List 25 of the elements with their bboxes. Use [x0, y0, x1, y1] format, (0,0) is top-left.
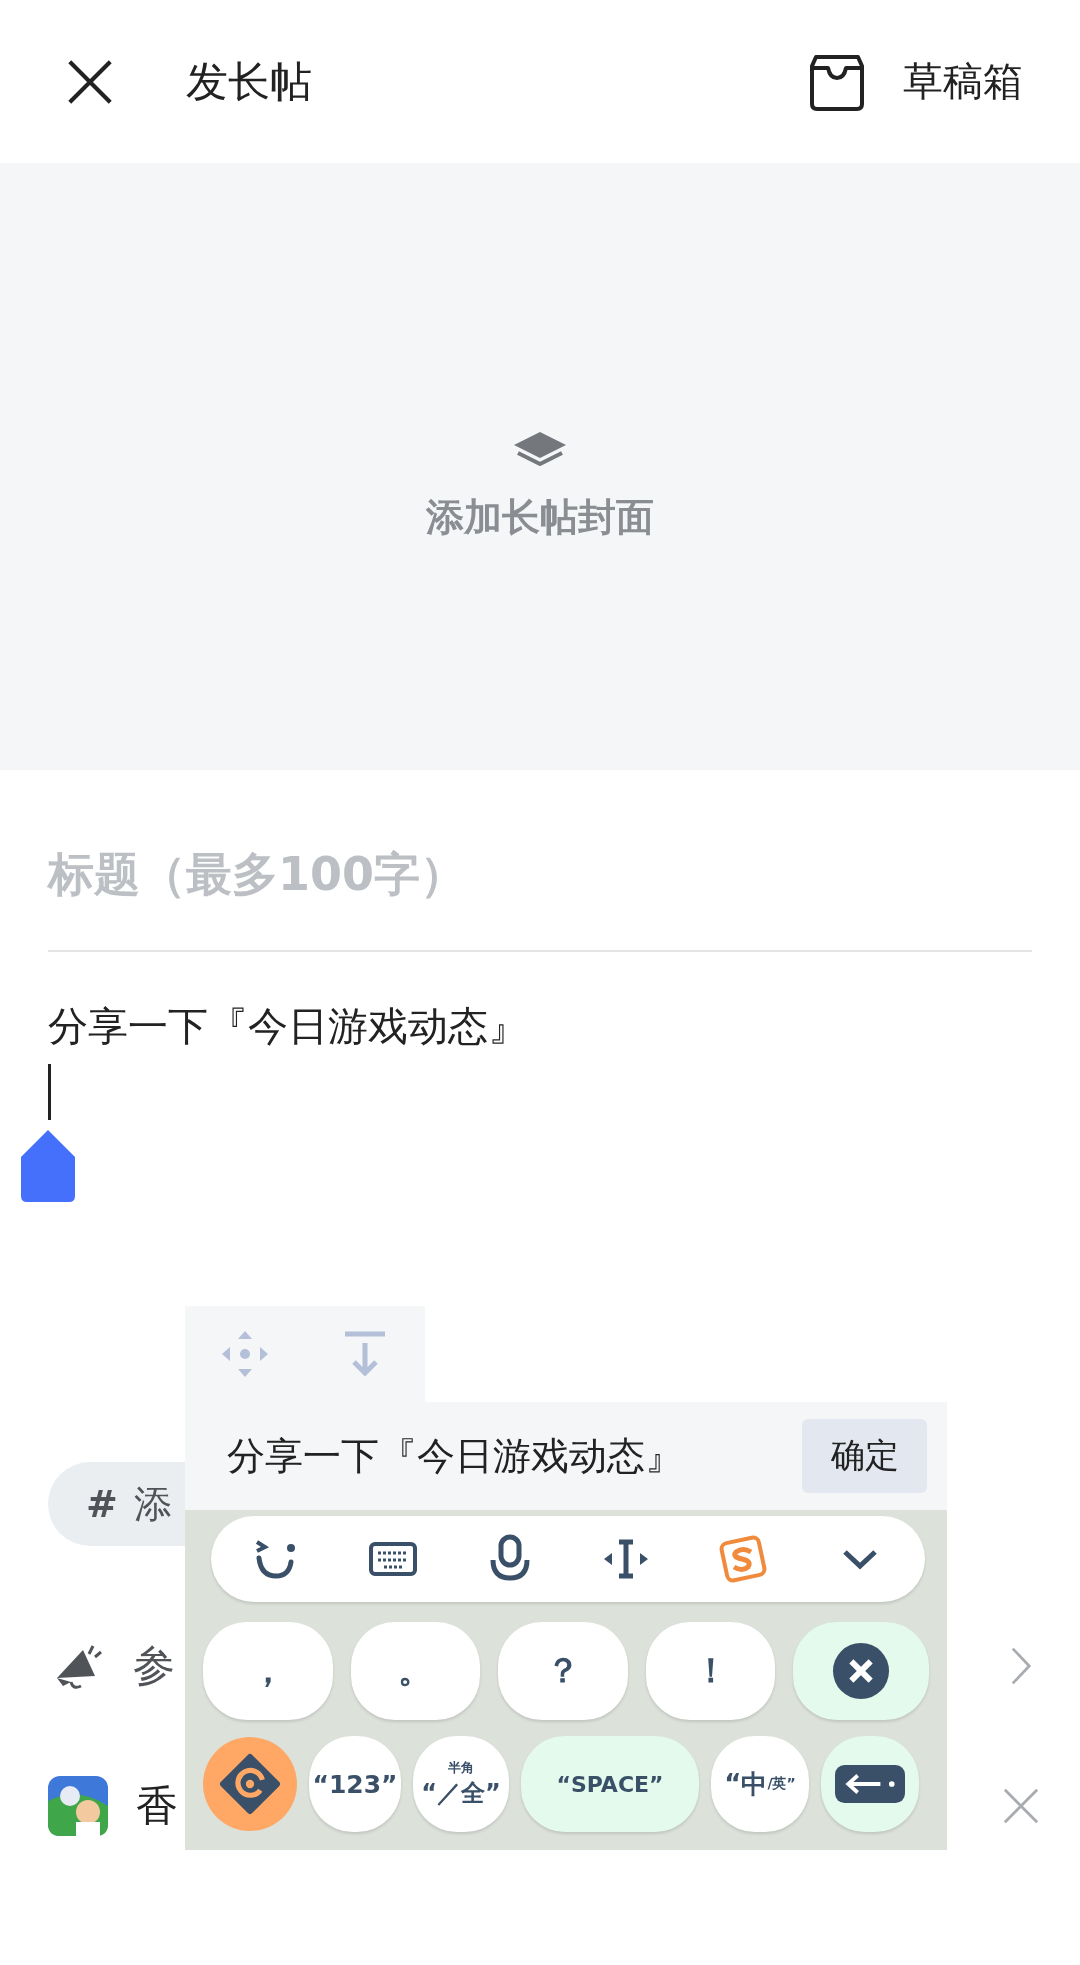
width-toggle-key[interactable]: 半角 “／全” [413, 1736, 509, 1832]
number-key[interactable]: “123” [309, 1736, 401, 1832]
space-key[interactable]: “SPACE” [521, 1736, 699, 1832]
cursor-handle[interactable] [21, 1130, 75, 1202]
enter-key[interactable] [821, 1736, 919, 1832]
delete-icon [832, 1642, 891, 1700]
cover-label: 添加长帖封面 [426, 494, 654, 541]
game-app-icon [48, 1776, 108, 1836]
drafts-link[interactable]: 草稿箱 [903, 54, 1023, 109]
logo-icon [219, 1753, 281, 1815]
composition-text: 分享一下『今日游戏动态』 [227, 1432, 684, 1480]
row-label[interactable]: 香 [136, 1778, 178, 1834]
symbol-key[interactable]: ！ [645, 1622, 776, 1720]
body-text-field[interactable]: 分享一下『今日游戏动态』 [48, 998, 1032, 1054]
symbol-key[interactable]: 。 [350, 1622, 481, 1720]
symbol-key[interactable]: ？ [498, 1622, 628, 1720]
enter-icon [835, 1765, 905, 1803]
delete-key[interactable] [793, 1622, 929, 1720]
page-title: 发长帖 [186, 55, 312, 108]
close-icon[interactable] [67, 58, 113, 105]
topic-tag[interactable]: # 添 [48, 1462, 185, 1546]
row-label[interactable]: 参 [133, 1638, 175, 1694]
symbol-key[interactable]: ， [203, 1622, 333, 1720]
confirm-button[interactable]: 确定 [802, 1419, 927, 1493]
text-cursor [48, 1064, 51, 1120]
